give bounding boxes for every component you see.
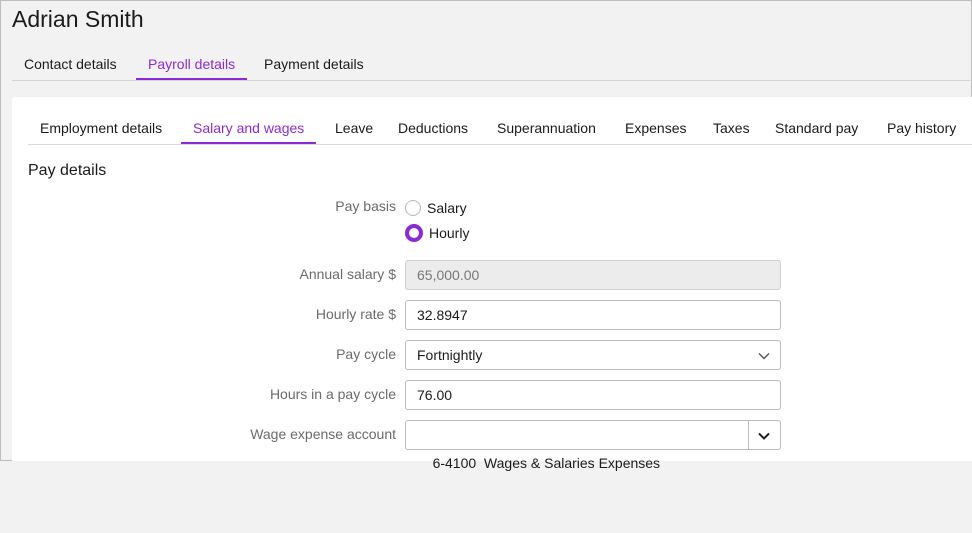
pay-cycle-value: Fortnightly xyxy=(417,347,483,363)
tab-leave[interactable]: Leave xyxy=(323,113,385,144)
tab-pay-history[interactable]: Pay history xyxy=(875,113,968,144)
chevron-down-icon xyxy=(758,432,770,440)
radio-salary[interactable]: Salary xyxy=(405,198,467,218)
hours-in-cycle-field[interactable]: 76.00 xyxy=(405,380,781,410)
radio-salary-label: Salary xyxy=(427,200,467,216)
tab-payroll-details[interactable]: Payroll details xyxy=(136,52,248,80)
wage-expense-account-label: Wage expense account xyxy=(250,426,396,442)
radio-hourly-label: Hourly xyxy=(429,225,470,241)
chevron-down-icon xyxy=(758,353,770,360)
top-tab-bar: Contact details Payroll details Payment … xyxy=(12,52,970,81)
hourly-rate-label: Hourly rate $ xyxy=(315,306,396,322)
tab-standard-pay[interactable]: Standard pay xyxy=(763,113,870,144)
pay-cycle-label: Pay cycle xyxy=(336,346,396,362)
radio-salary-circle[interactable] xyxy=(405,200,421,216)
tab-contact-details[interactable]: Contact details xyxy=(12,52,129,79)
account-dropdown-button[interactable] xyxy=(748,421,780,449)
radio-hourly[interactable]: Hourly xyxy=(405,223,469,243)
radio-hourly-circle[interactable] xyxy=(405,224,423,242)
pay-cycle-select[interactable]: Fortnightly xyxy=(405,340,781,370)
page-title: Adrian Smith xyxy=(12,6,144,32)
tab-superannuation[interactable]: Superannuation xyxy=(485,113,608,144)
tab-taxes[interactable]: Taxes xyxy=(701,113,762,144)
tab-salary-and-wages[interactable]: Salary and wages xyxy=(181,113,317,144)
tab-deductions[interactable]: Deductions xyxy=(386,113,480,144)
pay-basis-label: Pay basis xyxy=(335,198,396,214)
tab-employment-details[interactable]: Employment details xyxy=(28,113,174,144)
payroll-panel: Employment details Salary and wages Leav… xyxy=(12,97,972,471)
hours-in-cycle-label: Hours in a pay cycle xyxy=(269,386,396,402)
tab-expenses[interactable]: Expenses xyxy=(613,113,698,144)
annual-salary-field: 65,000.00 xyxy=(405,260,781,290)
hourly-rate-field[interactable]: 32.8947 xyxy=(405,300,781,330)
wage-expense-account-combo[interactable]: 6-4100 Wages & Salaries Expenses xyxy=(405,420,781,471)
annual-salary-label: Annual salary $ xyxy=(299,266,396,282)
section-title: Pay details xyxy=(28,162,107,179)
tab-payment-details[interactable]: Payment details xyxy=(252,52,376,79)
wage-expense-account-value: 6-4100 Wages & Salaries Expenses xyxy=(432,455,661,471)
sub-tab-bar: Employment details Salary and wages Leav… xyxy=(28,113,972,145)
